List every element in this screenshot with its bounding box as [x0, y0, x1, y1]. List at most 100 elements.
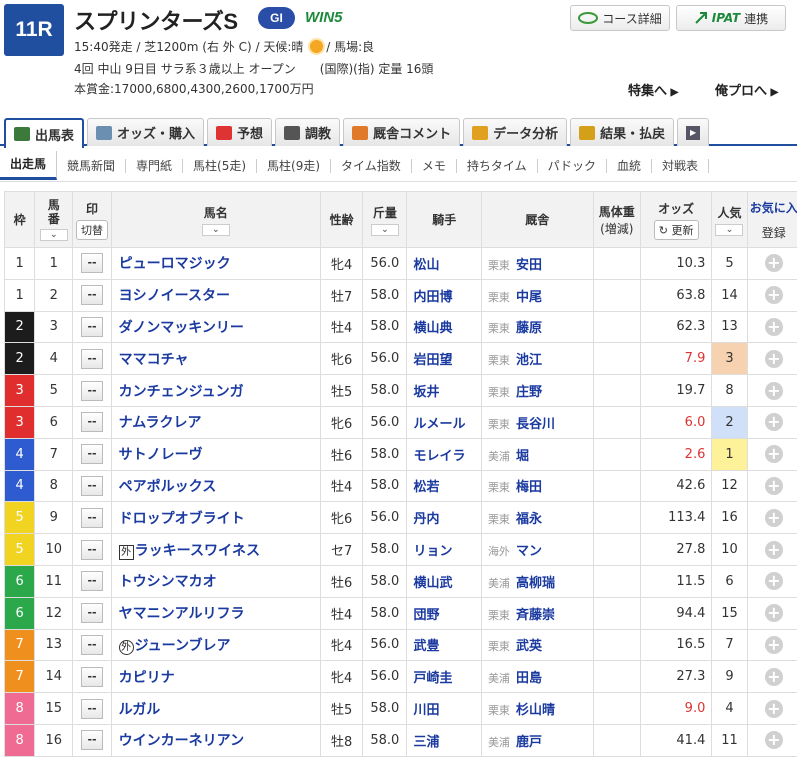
table-row[interactable]: 3 6 -- ナムラクレア 牝6 56.0 ルメール 栗東 長谷川 6.0 2 +: [3, 405, 797, 439]
subnav-item-9[interactable]: 血統: [607, 158, 652, 173]
mark-select[interactable]: --: [81, 348, 104, 369]
trainer-link[interactable]: マン: [516, 544, 542, 559]
jockey-link[interactable]: 戸崎圭: [406, 660, 482, 694]
add-favorite-icon[interactable]: +: [764, 476, 783, 495]
trainer-link[interactable]: 池江: [516, 353, 542, 368]
horse-name-link[interactable]: カンチェンジュンガ: [119, 384, 244, 400]
trainer-link[interactable]: 斉藤崇: [516, 608, 555, 623]
table-row[interactable]: 8 16 -- ウインカーネリアン 牡8 58.0 三浦 美浦 鹿戸 41.4 11 +: [3, 723, 797, 757]
jockey-link[interactable]: 坂井: [406, 374, 482, 407]
horse-name-link[interactable]: ルガル: [119, 702, 161, 718]
table-row[interactable]: 4 7 -- サトノレーヴ 牡6 58.0 モレイラ 美浦堀 2.6 1 +: [3, 437, 797, 471]
mark-select[interactable]: --: [81, 730, 104, 751]
jockey-link[interactable]: 団野: [406, 596, 482, 630]
col-popularity[interactable]: 人気 ⌄: [711, 191, 748, 248]
mark-select[interactable]: --: [81, 507, 104, 528]
trainer-link[interactable]: 中尾: [516, 290, 542, 305]
table-row[interactable]: 8 15 -- ルガル 牡5 58.0 川田 栗東 杉山晴 9.0 4 +: [3, 692, 797, 725]
trainer-link[interactable]: 田島: [516, 671, 542, 686]
jockey-link[interactable]: リョン: [406, 533, 482, 566]
horse-name-link[interactable]: トウシンマカオ: [119, 574, 217, 590]
horse-name-link[interactable]: カピリナ: [119, 670, 175, 686]
add-favorite-icon[interactable]: +: [764, 317, 783, 336]
jockey-link[interactable]: 横山典: [406, 310, 482, 344]
subnav-item-7[interactable]: 持ちタイム: [457, 158, 538, 173]
mark-select[interactable]: --: [81, 666, 104, 687]
jockey-link[interactable]: 岩田望: [406, 342, 482, 376]
horse-name-link[interactable]: ラッキースワイネス: [135, 543, 260, 559]
add-favorite-icon[interactable]: +: [764, 381, 783, 400]
mark-select[interactable]: --: [81, 444, 104, 465]
table-row[interactable]: 5 9 -- ドロップオブライト 牝6 56.0 丹内 栗東 福永 113.4 16 +: [3, 501, 797, 535]
trainer-link[interactable]: 安田: [516, 258, 542, 273]
horse-name-link[interactable]: ヤマニンアルリフラ: [119, 606, 245, 622]
subnav-item-0[interactable]: 出走馬: [0, 151, 58, 180]
subnav-item-6[interactable]: メモ: [412, 158, 457, 173]
trainer-link[interactable]: 福永: [516, 512, 542, 527]
tab-5[interactable]: データ分析: [463, 118, 568, 146]
jockey-link[interactable]: 丹内: [406, 501, 482, 535]
add-favorite-icon[interactable]: +: [764, 540, 783, 559]
trainer-link[interactable]: 庄野: [516, 385, 542, 400]
table-row[interactable]: 2 4 -- ママコチャ 牝6 56.0 岩田望 栗東 池江 7.9 3 +: [3, 342, 797, 376]
jockey-link[interactable]: 三浦: [406, 723, 482, 757]
horse-name-link[interactable]: ママコチャ: [119, 352, 189, 368]
trainer-link[interactable]: 武英: [516, 639, 542, 654]
table-row[interactable]: 6 12 -- ヤマニンアルリフラ 牡4 58.0 団野 栗東 斉藤崇 94.4 15 +: [3, 596, 797, 630]
horse-name-link[interactable]: ヨシノイースター: [119, 288, 230, 304]
horse-name-link[interactable]: ウインカーネリアン: [119, 733, 244, 749]
table-row[interactable]: 6 11 -- トウシンマカオ 牡6 58.0 横山武 美浦 高柳瑞 11.5 6 +: [3, 564, 797, 598]
horse-name-link[interactable]: ピューロマジック: [119, 256, 231, 272]
subnav-item-2[interactable]: 専門紙: [126, 158, 184, 173]
horse-name-link[interactable]: サトノレーヴ: [119, 447, 203, 463]
mark-select[interactable]: --: [81, 475, 104, 496]
trainer-link[interactable]: 堀: [516, 449, 529, 464]
add-favorite-icon[interactable]: +: [764, 667, 783, 686]
tab-0[interactable]: 出馬表: [4, 118, 85, 148]
add-favorite-icon[interactable]: +: [764, 731, 783, 750]
orepro-link[interactable]: 俺プロへ ▶: [715, 80, 778, 99]
add-favorite-icon[interactable]: +: [764, 413, 783, 432]
mark-select[interactable]: --: [81, 316, 104, 337]
horse-name-link[interactable]: ジューンブレア: [135, 638, 231, 654]
subnav-item-8[interactable]: パドック: [538, 158, 607, 173]
tokushu-link[interactable]: 特集へ ▶: [628, 80, 678, 99]
mark-select[interactable]: --: [81, 603, 104, 624]
add-favorite-icon[interactable]: +: [764, 286, 783, 305]
tab-6[interactable]: 結果・払戻: [570, 118, 675, 146]
tab-more-arrow[interactable]: ▶: [677, 118, 710, 146]
mark-toggle-button[interactable]: 切替: [76, 219, 109, 240]
mark-select[interactable]: --: [81, 380, 104, 401]
tab-2[interactable]: 予想: [207, 118, 273, 146]
horse-name-link[interactable]: ダノンマッキンリー: [119, 320, 244, 336]
col-umaban[interactable]: 馬 番 ⌄: [34, 191, 74, 248]
subnav-item-10[interactable]: 対戦表: [652, 158, 709, 173]
trainer-link[interactable]: 杉山晴: [516, 703, 555, 718]
horse-name-link[interactable]: ナムラクレア: [119, 415, 202, 431]
subnav-item-3[interactable]: 馬柱(5走): [183, 158, 258, 173]
course-detail-button[interactable]: コース詳細: [570, 5, 670, 31]
mark-select[interactable]: --: [81, 285, 104, 306]
mark-select[interactable]: --: [81, 634, 104, 655]
add-favorite-icon[interactable]: +: [764, 604, 783, 623]
mark-select[interactable]: --: [81, 253, 104, 274]
jockey-link[interactable]: モレイラ: [406, 437, 482, 471]
mark-select[interactable]: --: [81, 571, 104, 592]
jockey-link[interactable]: 松山: [406, 247, 482, 280]
table-row[interactable]: 4 8 -- ペアポルックス 牡4 58.0 松若 栗東 梅田 42.6 12 +: [3, 469, 797, 503]
ipat-link-button[interactable]: IPAT 連携: [676, 5, 786, 31]
add-favorite-icon[interactable]: +: [764, 254, 783, 273]
trainer-link[interactable]: 長谷川: [516, 417, 555, 432]
trainer-link[interactable]: 梅田: [516, 480, 542, 495]
subnav-item-5[interactable]: タイム指数: [331, 158, 412, 173]
add-favorite-icon[interactable]: +: [764, 508, 783, 527]
tab-3[interactable]: 調教: [275, 118, 341, 146]
subnav-item-4[interactable]: 馬柱(9走): [257, 158, 332, 173]
jockey-link[interactable]: 武豊: [406, 628, 482, 662]
table-row[interactable]: 3 5 -- カンチェンジュンガ 牡5 58.0 坂井 栗東 庄野 19.7 8 +: [3, 374, 797, 407]
add-favorite-icon[interactable]: +: [764, 572, 783, 591]
sort-chevron-icon[interactable]: ⌄: [39, 229, 68, 241]
horse-name-link[interactable]: ペアポルックス: [119, 479, 217, 495]
tab-1[interactable]: オッズ・購入: [87, 118, 205, 146]
table-row[interactable]: 1 2 -- ヨシノイースター 牡7 58.0 内田博 栗東 中尾 63.8 14 +: [3, 278, 797, 312]
